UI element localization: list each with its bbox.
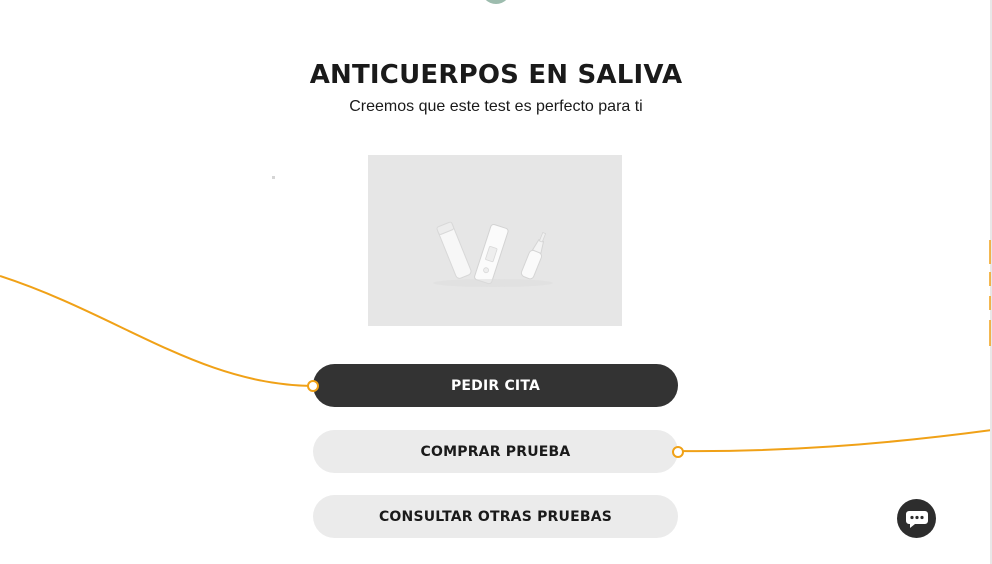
buy-test-button[interactable]: COMPRAR PRUEBA <box>313 430 678 473</box>
left-connector-line <box>0 275 314 387</box>
chat-button[interactable] <box>897 499 936 538</box>
right-connector-line <box>677 429 992 453</box>
connector-node-right <box>672 446 684 458</box>
chat-bubble-icon <box>905 510 928 528</box>
right-edge-ticks <box>989 240 991 346</box>
book-appointment-button[interactable]: PEDIR CITA <box>313 364 678 407</box>
connector-node-left <box>307 380 319 392</box>
connector-lines <box>0 275 992 453</box>
other-tests-button[interactable]: CONSULTAR OTRAS PRUEBAS <box>313 495 678 538</box>
